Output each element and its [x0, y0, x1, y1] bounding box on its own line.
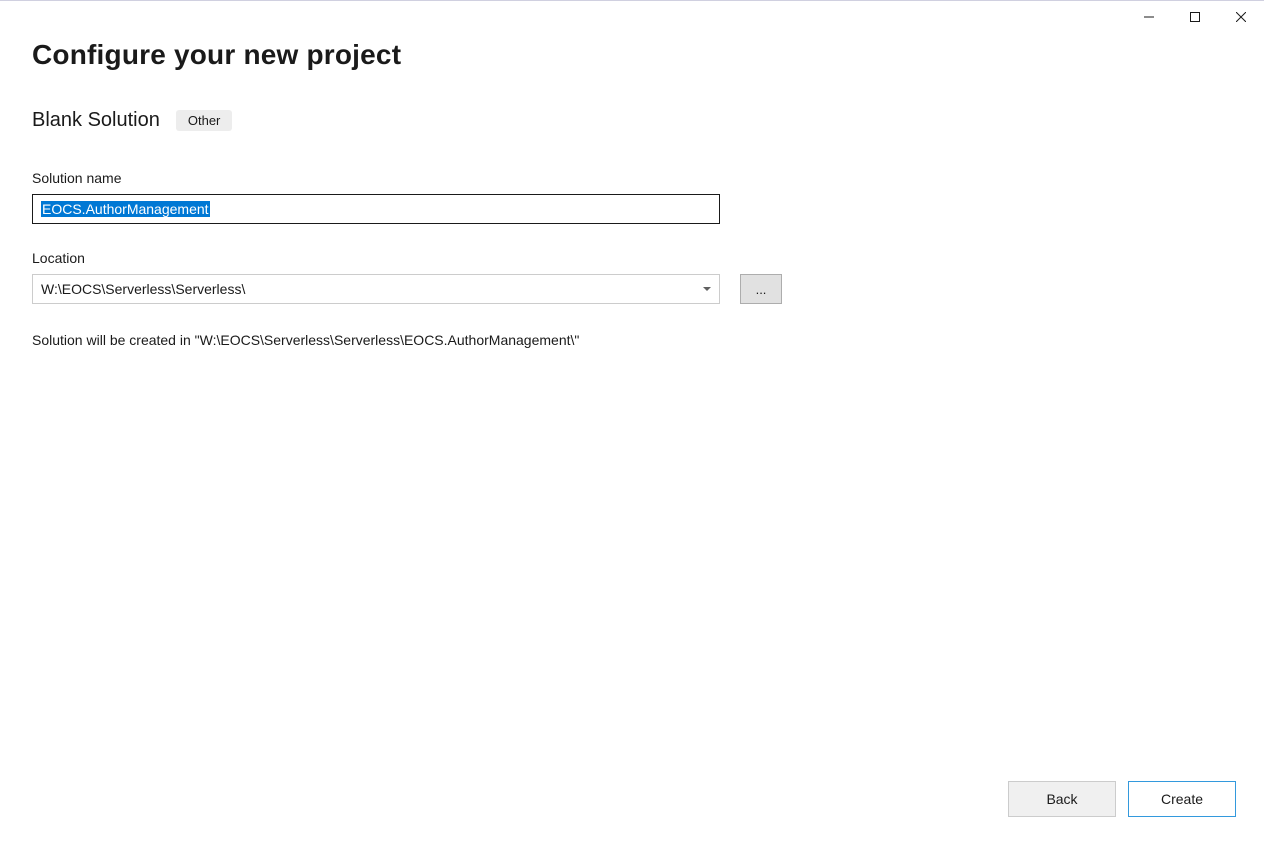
location-value: W:\EOCS\Serverless\Serverless\: [41, 281, 703, 297]
location-label: Location: [32, 250, 1232, 266]
dialog-footer: Back Create: [1008, 781, 1236, 817]
maximize-button[interactable]: [1172, 1, 1218, 33]
back-button[interactable]: Back: [1008, 781, 1116, 817]
dialog-content: Configure your new project Blank Solutio…: [32, 39, 1232, 348]
minimize-icon: [1144, 12, 1154, 22]
template-tag: Other: [176, 110, 233, 131]
maximize-icon: [1190, 12, 1200, 22]
browse-button[interactable]: ...: [740, 274, 782, 304]
close-icon: [1236, 12, 1246, 22]
solution-path-info: Solution will be created in "W:\EOCS\Ser…: [32, 332, 1232, 348]
solution-name-input[interactable]: EOCS.AuthorManagement: [32, 194, 720, 224]
minimize-button[interactable]: [1126, 1, 1172, 33]
close-button[interactable]: [1218, 1, 1264, 33]
window-titlebar: [1126, 1, 1264, 33]
template-name: Blank Solution: [32, 109, 160, 132]
location-combo[interactable]: W:\EOCS\Serverless\Serverless\: [32, 274, 720, 304]
solution-name-value: EOCS.AuthorManagement: [41, 201, 210, 217]
page-title: Configure your new project: [32, 39, 1232, 71]
chevron-down-icon: [703, 287, 711, 291]
solution-name-label: Solution name: [32, 170, 1232, 186]
create-button[interactable]: Create: [1128, 781, 1236, 817]
template-header: Blank Solution Other: [32, 109, 1232, 132]
location-row: W:\EOCS\Serverless\Serverless\ ...: [32, 274, 1232, 304]
